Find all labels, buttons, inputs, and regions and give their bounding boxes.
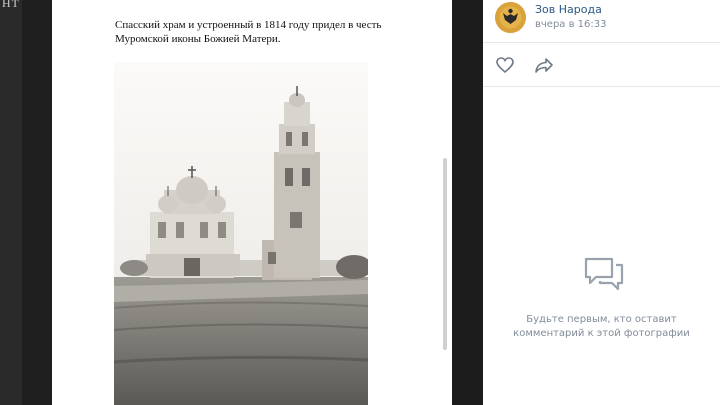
comments-panel: Зов Народа вчера в 16:33 Будьте первым, …: [483, 0, 720, 405]
share-button[interactable]: [533, 54, 555, 76]
document-viewer: Спасский храм и устроенный в 1814 году п…: [52, 0, 452, 405]
heart-icon: [496, 57, 514, 74]
document-scrollbar[interactable]: [443, 158, 447, 350]
background-gap: [452, 0, 483, 405]
divider: [483, 86, 720, 87]
like-button[interactable]: [494, 54, 516, 76]
divider: [483, 42, 720, 43]
historic-photo[interactable]: [114, 62, 368, 405]
no-comments-message: Будьте первым, кто оставит комментарий к…: [483, 313, 720, 341]
edge-text-fragment: нт: [2, 0, 20, 11]
share-arrow-icon: [535, 58, 553, 73]
left-edge-strip: нт: [0, 0, 22, 405]
photo-caption: Спасский храм и устроенный в 1814 году п…: [115, 19, 382, 45]
photo-illustration: [114, 62, 368, 405]
comments-bubble-icon: [582, 255, 626, 295]
author-avatar[interactable]: [495, 2, 526, 33]
background-left: нт: [0, 0, 52, 405]
empty-line-1: Будьте первым, кто оставит: [526, 314, 677, 325]
empty-line-2: комментарий к этой фотографии: [513, 328, 690, 339]
post-time[interactable]: вчера в 16:33: [535, 19, 607, 30]
double-headed-eagle-icon: [495, 2, 526, 33]
author-name[interactable]: Зов Народа: [535, 3, 602, 16]
